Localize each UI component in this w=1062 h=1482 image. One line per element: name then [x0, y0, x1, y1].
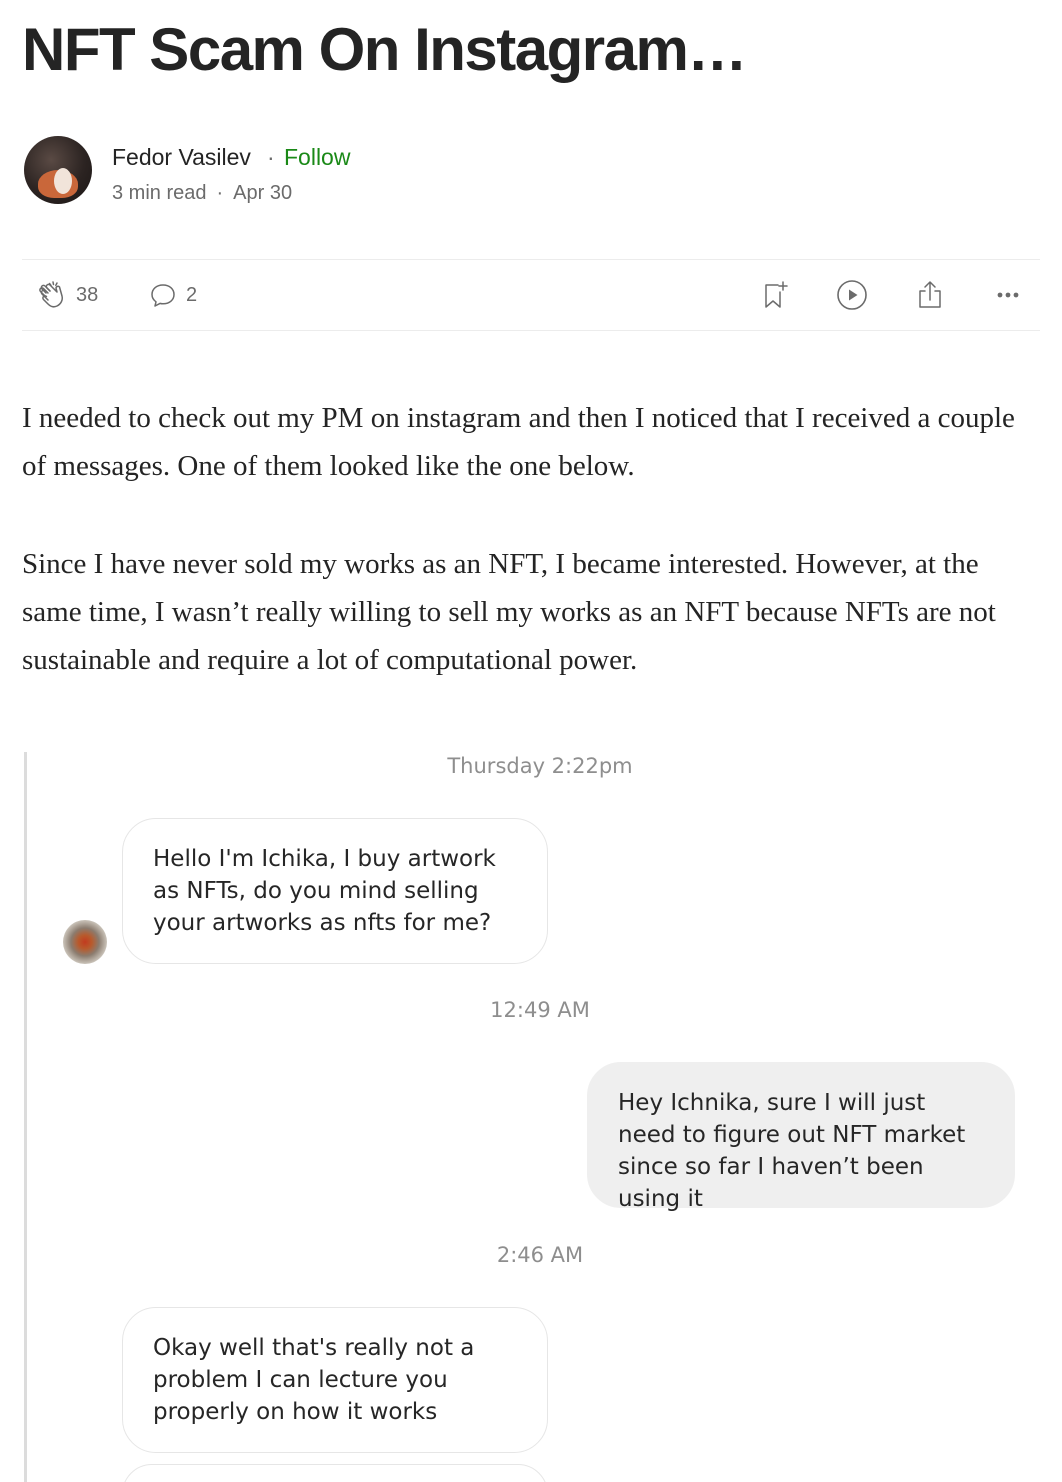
play-icon [835, 278, 869, 312]
response-count: 2 [186, 283, 198, 306]
clap-button[interactable]: 38 [36, 260, 98, 330]
follow-button[interactable]: Follow [284, 142, 350, 172]
message-text: Hey Ichnika, sure I will just need to fi… [618, 1090, 966, 1212]
incoming-message-bubble-partial [122, 1464, 548, 1482]
more-button[interactable] [994, 260, 1022, 330]
incoming-message-bubble: Okay well that's really not a problem I … [122, 1307, 548, 1453]
responses-button[interactable]: 2 [148, 260, 197, 330]
share-icon [915, 279, 945, 311]
message-text: Okay well that's really not a problem I … [153, 1335, 475, 1425]
article-title: NFT Scam On Instagram… [22, 16, 747, 83]
chat-timestamp: 12:49 AM [490, 998, 590, 1022]
clap-count: 38 [76, 283, 99, 306]
byline-separator: · [267, 144, 275, 170]
outgoing-message-bubble: Hey Ichnika, sure I will just need to fi… [587, 1062, 1015, 1212]
bookmark-add-icon [760, 279, 790, 311]
avatar-face [54, 168, 72, 194]
article-paragraph: Since I have never sold my works as an N… [22, 548, 996, 676]
chat-timestamp: Thursday 2:22pm [447, 754, 633, 778]
clap-icon [36, 279, 68, 311]
comment-icon [148, 280, 178, 310]
message-text: Hello I'm Ichika, I buy artwork as NFTs,… [153, 846, 496, 936]
embedded-chat-screenshot: Thursday 2:22pm Hello I'm Ichika, I buy … [24, 752, 1043, 1482]
meta-separator: · [216, 182, 224, 204]
more-icon [994, 281, 1022, 309]
author-byline: Fedor Vasilev · Follow 3 min read · Apr 30 [24, 136, 724, 206]
bookmark-button[interactable] [760, 260, 790, 330]
chat-timestamp: 2:46 AM [496, 1243, 584, 1267]
listen-button[interactable] [835, 260, 869, 330]
article-paragraph: I needed to check out my PM on instagram… [22, 402, 1015, 482]
article-meta: 3 min read · Apr 30 [112, 179, 292, 207]
share-button[interactable] [915, 260, 945, 330]
sender-avatar [63, 920, 107, 964]
author-avatar[interactable] [24, 136, 92, 204]
incoming-message-bubble: Hello I'm Ichika, I buy artwork as NFTs,… [122, 818, 548, 964]
read-time: 3 min read [112, 182, 207, 204]
article-action-bar: 38 2 [22, 259, 1040, 331]
author-name[interactable]: Fedor Vasilev [112, 142, 251, 172]
publish-date: Apr 30 [233, 182, 293, 204]
